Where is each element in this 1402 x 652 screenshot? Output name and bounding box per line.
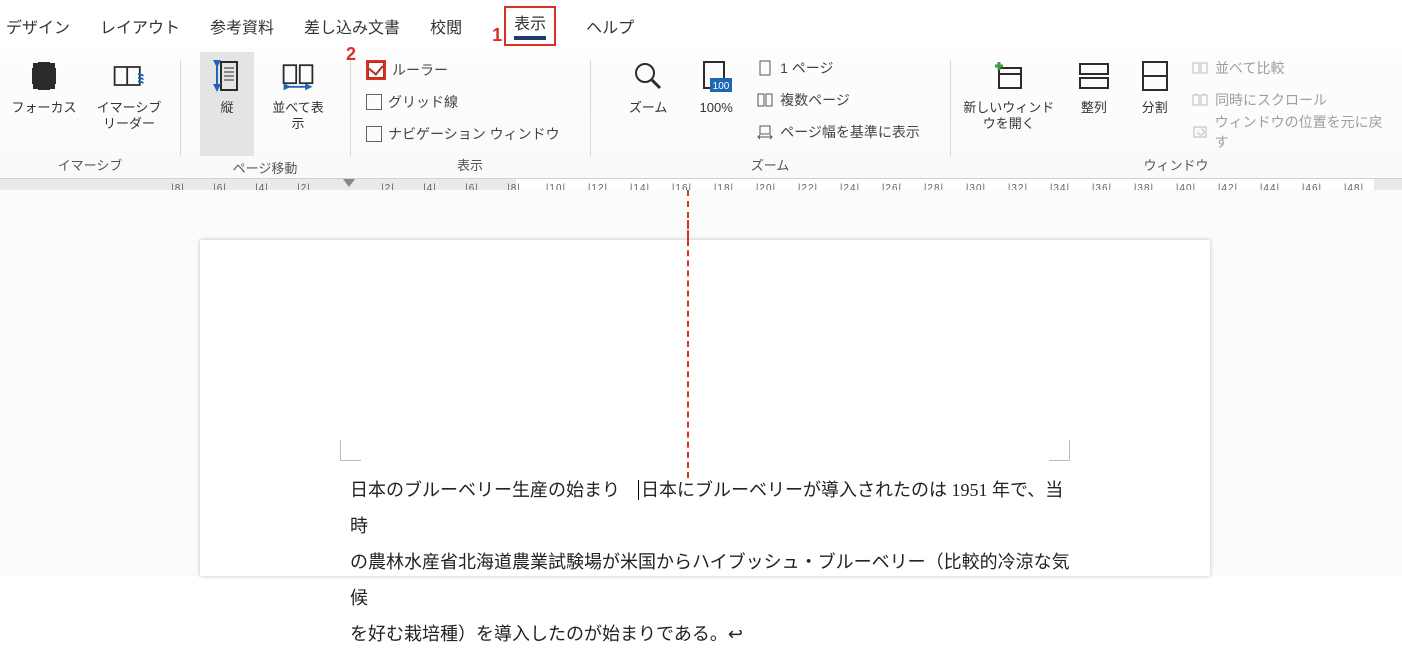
navigation-label: ナビゲーション ウィンドウ	[388, 124, 560, 144]
arrange-label: 整列	[1081, 100, 1107, 116]
tab-references[interactable]: 参考資料	[210, 14, 274, 38]
gridlines-check-icon	[366, 94, 382, 110]
reset-position-icon	[1191, 123, 1209, 141]
focus-label: フォーカス	[11, 100, 76, 116]
document-workspace: 日本のブルーベリー生産の始まり日本にブルーベリーが導入されたのは 1951 年で…	[0, 190, 1402, 576]
tab-design[interactable]: デザイン	[6, 14, 70, 38]
side-by-side-icon	[278, 56, 318, 96]
zoom-100-icon: 100	[696, 56, 736, 96]
page-width-label: ページ幅を基準に表示	[780, 122, 920, 142]
svg-text:100: 100	[713, 81, 730, 92]
group-show-label: 表示	[360, 153, 580, 178]
indent-marker[interactable]	[343, 179, 355, 187]
group-immersive-label: イマーシブ	[10, 153, 170, 178]
doc-line1a: 日本のブルーベリー生産の始まり	[350, 480, 620, 500]
callout-1: 1	[492, 25, 502, 46]
multi-page-icon	[756, 91, 774, 109]
zoom-100-label: 100%	[700, 100, 733, 116]
tab-help[interactable]: ヘルプ	[586, 14, 634, 38]
group-pagemove-label: ページ移動	[190, 156, 340, 181]
group-window-label: ウィンドウ	[960, 153, 1392, 178]
doc-line3: を好む栽培種）を導入したのが始まりである。↩	[350, 624, 743, 644]
ruler-check-icon	[368, 62, 384, 78]
immersive-reader-icon	[109, 56, 149, 96]
gridlines-label: グリッド線	[388, 92, 458, 112]
zoom-label: ズーム	[629, 100, 668, 116]
document-body-text[interactable]: 日本のブルーベリー生産の始まり日本にブルーベリーが導入されたのは 1951 年で…	[350, 472, 1070, 652]
new-window-icon	[989, 56, 1029, 96]
page-width-icon	[756, 123, 774, 141]
compare-button: 並べて比較	[1191, 56, 1392, 80]
tab-layout[interactable]: レイアウト	[100, 14, 180, 38]
margin-mark-left	[340, 440, 361, 461]
new-window-label: 新しいウィンドウを開く	[960, 100, 1058, 131]
sync-scroll-icon	[1191, 91, 1209, 109]
focus-icon	[24, 56, 64, 96]
page-width-button[interactable]: ページ幅を基準に表示	[756, 120, 920, 144]
multi-page-button[interactable]: 複数ページ	[756, 88, 920, 112]
new-window-button[interactable]: 新しいウィンドウを開く	[960, 52, 1058, 131]
focus-button[interactable]: フォーカス	[11, 52, 77, 116]
ribbon: フォーカス イマーシブ リーダー イマーシブ 縦	[0, 48, 1402, 179]
zoom-100-button[interactable]: 100 100%	[688, 52, 744, 116]
vertical-label: 縦	[220, 100, 233, 116]
zoom-button[interactable]: ズーム	[620, 52, 676, 116]
document-page[interactable]: 日本のブルーベリー生産の始まり日本にブルーベリーが導入されたのは 1951 年で…	[200, 240, 1210, 576]
gridlines-checkbox[interactable]: グリッド線	[366, 90, 458, 114]
navigation-checkbox[interactable]: ナビゲーション ウィンドウ	[366, 122, 560, 146]
doc-line2: の農林水産省北海道農業試験場が米国からハイブッシュ・ブルーベリー（比較的冷涼な気…	[350, 552, 1070, 608]
multi-page-label: 複数ページ	[780, 90, 850, 110]
one-page-icon	[756, 59, 774, 77]
immersive-reader-label: イマーシブ リーダー	[89, 100, 169, 131]
ruler-checkbox-label: ルーラー	[392, 60, 448, 80]
tab-mailings[interactable]: 差し込み文書	[304, 14, 400, 38]
vertical-icon	[207, 56, 247, 96]
split-label: 分割	[1142, 100, 1168, 116]
reset-position-label: ウィンドウの位置を元に戻す	[1215, 112, 1392, 152]
side-by-side-button[interactable]: 並べて表示	[266, 52, 330, 131]
group-zoom-label: ズーム	[600, 153, 940, 178]
ruler-checkbox[interactable]: ルーラー	[366, 58, 448, 82]
margin-mark-right	[1049, 440, 1070, 461]
side-by-side-label: 並べて表示	[266, 100, 330, 131]
guide-line	[687, 220, 689, 478]
tab-review[interactable]: 校閲	[430, 14, 462, 38]
split-icon	[1135, 56, 1175, 96]
one-page-button[interactable]: 1 ページ	[756, 56, 920, 80]
compare-icon	[1191, 59, 1209, 77]
split-button[interactable]: 分割	[1130, 52, 1179, 116]
tab-view[interactable]: 表示	[504, 6, 556, 46]
reset-position-button: ウィンドウの位置を元に戻す	[1191, 120, 1392, 144]
vertical-button[interactable]: 縦	[200, 52, 254, 156]
ribbon-tabs: デザイン レイアウト 参考資料 差し込み文書 校閲 1 表示 ヘルプ	[0, 0, 1402, 48]
guide-line-upper	[687, 190, 689, 240]
sync-scroll-label: 同時にスクロール	[1215, 90, 1327, 110]
arrange-button[interactable]: 整列	[1070, 52, 1119, 116]
immersive-reader-button[interactable]: イマーシブ リーダー	[89, 52, 169, 131]
sync-scroll-button: 同時にスクロール	[1191, 88, 1392, 112]
one-page-label: 1 ページ	[780, 58, 833, 78]
zoom-icon	[628, 56, 668, 96]
callout-2: 2	[346, 44, 356, 65]
arrange-icon	[1074, 56, 1114, 96]
navigation-check-icon	[366, 126, 382, 142]
compare-label: 並べて比較	[1215, 58, 1284, 78]
